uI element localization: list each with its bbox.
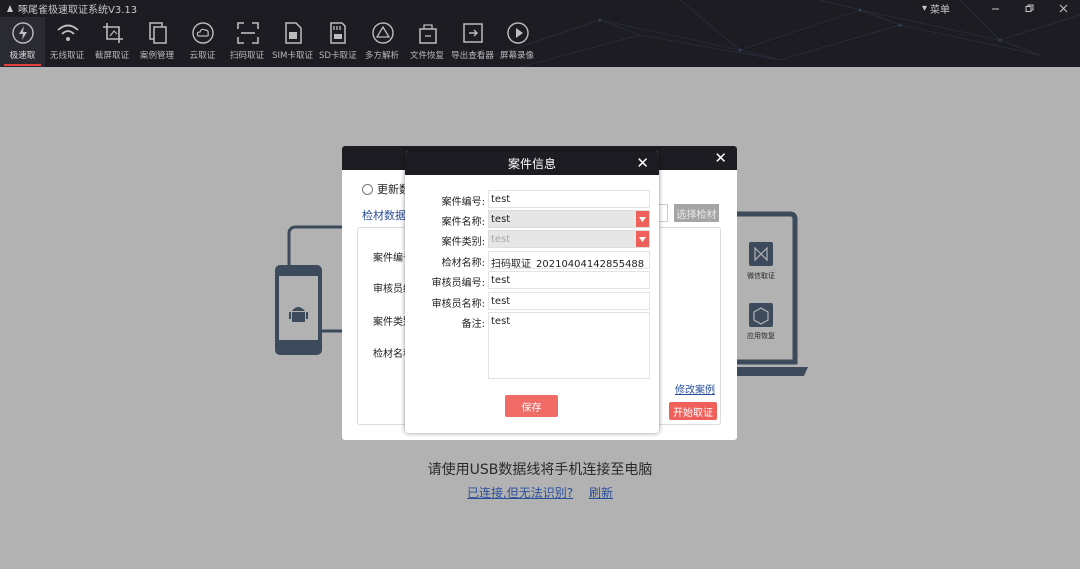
tool-label: 屏幕录像 xyxy=(500,51,535,61)
title-bar: 啄尾雀极速取证系统V3.13 ▾ 菜单 xyxy=(0,0,1080,16)
remark-row: 备注: test xyxy=(405,312,659,379)
case-name-row: 案件名称: test xyxy=(405,210,659,228)
sd-card-icon xyxy=(329,22,346,44)
file-restore-icon xyxy=(418,24,437,44)
tool-label: 案例管理 xyxy=(140,51,175,61)
tool-label: 无线取证 xyxy=(50,51,85,61)
tool-label: 多方解析 xyxy=(365,51,400,61)
tool-sd-card[interactable]: SD卡取证 xyxy=(315,17,360,67)
tool-case-management[interactable]: 案例管理 xyxy=(135,17,180,67)
menu-label: 菜单 xyxy=(930,4,950,16)
window-controls: ▾ 菜单 xyxy=(922,0,1080,16)
minimize-icon xyxy=(991,8,999,9)
usb-connect-hint: 请使用USB数据线将手机连接至电脑 xyxy=(427,462,653,478)
tool-screen-record[interactable]: 屏幕录像 xyxy=(495,17,540,67)
tool-export-viewer[interactable]: 导出查看器 xyxy=(450,17,495,67)
auditor-no-input[interactable]: test xyxy=(488,271,650,289)
save-button[interactable]: 保存 xyxy=(505,395,558,417)
dialog-title: 案件信息 xyxy=(405,151,659,175)
select-value: test xyxy=(491,214,511,225)
start-forensics-button[interactable]: 开始取证 xyxy=(669,402,717,420)
select-value: test xyxy=(491,234,511,245)
tool-cloud[interactable]: 云取证 xyxy=(180,17,225,67)
tool-sim-card[interactable]: SIM卡取证 xyxy=(270,17,315,67)
tool-label: SIM卡取证 xyxy=(272,51,313,61)
close-window-button[interactable] xyxy=(1046,0,1080,16)
tool-quick-forensics[interactable]: 极速取 xyxy=(0,17,45,67)
dropdown-arrow-icon[interactable] xyxy=(636,211,649,227)
update-radio-option[interactable]: 更新数 xyxy=(362,181,410,197)
tool-label: 文件恢复 xyxy=(410,51,445,61)
remark-textarea[interactable]: test xyxy=(488,312,650,379)
close-icon: ✕ xyxy=(714,149,727,167)
material-name-row: 检材名称: 扫码取证_20210404142855488 xyxy=(405,251,659,269)
lightning-icon xyxy=(11,22,34,44)
auditor-name-row: 审核员名称: test xyxy=(405,292,659,310)
field-label: 检材名称: xyxy=(441,258,485,269)
forensics-dialog-close-button[interactable]: ✕ xyxy=(714,149,727,167)
close-icon: ✕ xyxy=(636,154,649,172)
play-icon xyxy=(506,22,529,44)
connected-unrecognized-link[interactable]: 已连接,但无法识别? xyxy=(467,486,573,500)
crop-icon xyxy=(102,23,123,43)
app-logo-icon xyxy=(7,4,13,12)
field-label: 备注: xyxy=(461,319,485,330)
tool-screenshot[interactable]: 截屏取证 xyxy=(90,17,135,67)
tool-file-restore[interactable]: 文件恢复 xyxy=(405,17,450,67)
tool-label: 云取证 xyxy=(189,51,216,61)
field-label: 案件类别: xyxy=(441,237,485,248)
field-label: 审核员编号: xyxy=(431,278,485,289)
tool-label: 扫码取证 xyxy=(230,51,265,61)
auditor-no-row: 审核员编号: test xyxy=(405,271,659,289)
tool-label: 截屏取证 xyxy=(95,51,130,61)
refresh-link[interactable]: 刷新 xyxy=(589,486,613,500)
export-icon xyxy=(462,23,483,43)
main-toolbar: 极速取 无线取证 截屏取证 案例管理 云取证 扫码取证 SIM卡取证 SD卡取证… xyxy=(0,17,540,67)
case-type-row: 案件类别: test xyxy=(405,230,659,248)
case-type-select[interactable]: test xyxy=(488,230,650,248)
wifi-icon xyxy=(56,24,79,41)
sim-card-icon xyxy=(284,22,302,44)
field-label: 案件编号: xyxy=(441,197,485,208)
field-label: 案件名称: xyxy=(441,217,485,228)
triangle-icon xyxy=(371,22,394,44)
case-name-select[interactable]: test xyxy=(488,210,650,228)
radio-button[interactable] xyxy=(362,183,373,195)
menu-button[interactable]: ▾ 菜单 xyxy=(922,1,950,16)
case-no-row: 案件编号: test xyxy=(405,190,659,208)
tool-label: 极速取 xyxy=(9,51,36,61)
minimize-button[interactable] xyxy=(978,0,1012,16)
app-title: 啄尾雀极速取证系统V3.13 xyxy=(5,1,137,16)
tool-scan-code[interactable]: 扫码取证 xyxy=(225,17,270,67)
wechat-forensics-label: 微信取证 xyxy=(747,271,775,280)
case-no-input[interactable]: test xyxy=(488,190,650,208)
cloud-icon xyxy=(191,22,214,44)
top-bar: 啄尾雀极速取证系统V3.13 ▾ 菜单 极速取 无线取证 截屏取证 案例管理 云… xyxy=(0,0,1080,67)
connection-links: 已连接,但无法识别? 刷新 xyxy=(0,484,1080,501)
restore-button[interactable] xyxy=(1012,0,1046,16)
dropdown-arrow-icon[interactable] xyxy=(636,231,649,247)
tool-wireless[interactable]: 无线取证 xyxy=(45,17,90,67)
case-info-dialog: 案件信息 ✕ 案件编号: test 案件名称: test 案件类别: test … xyxy=(405,151,659,433)
edit-case-link[interactable]: 修改案例 xyxy=(675,381,715,396)
field-label: 审核员名称: xyxy=(431,299,485,310)
select-material-button[interactable]: 选择检材 xyxy=(674,204,719,222)
material-name-input[interactable]: 扫码取证_20210404142855488 xyxy=(488,251,650,269)
tool-label: 导出查看器 xyxy=(451,51,494,61)
close-icon xyxy=(1059,4,1067,12)
copy-icon xyxy=(148,22,167,44)
auditor-name-input[interactable]: test xyxy=(488,292,650,310)
tool-multi-parse[interactable]: 多方解析 xyxy=(360,17,405,67)
tool-label: SD卡取证 xyxy=(318,51,357,61)
app-restore-label: 应用恢复 xyxy=(747,331,775,340)
source-data-label: 检材数据: xyxy=(362,209,410,222)
menu-caret-icon: ▾ xyxy=(921,2,927,14)
app-title-text: 啄尾雀极速取证系统V3.13 xyxy=(18,5,138,16)
restore-icon xyxy=(1025,4,1033,12)
scan-icon xyxy=(236,22,259,44)
case-info-close-button[interactable]: ✕ xyxy=(636,154,649,172)
